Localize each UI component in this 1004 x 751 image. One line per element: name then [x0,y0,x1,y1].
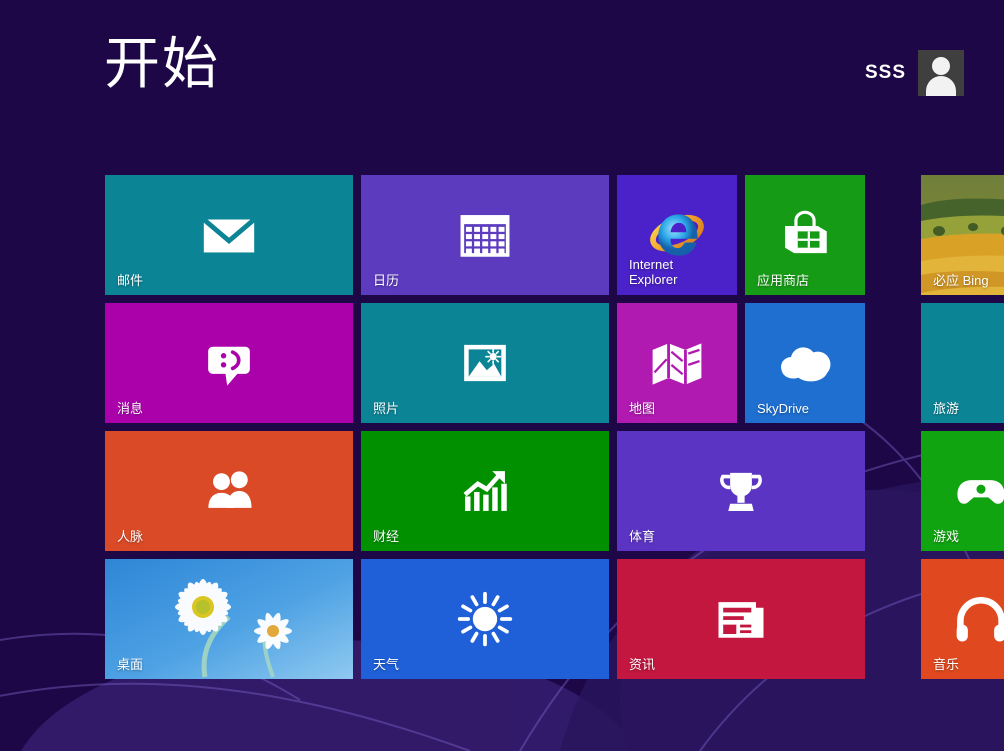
tile-travel[interactable]: 旅游 [921,303,1004,423]
tile-maps[interactable]: 地图 [617,303,737,423]
tile-photos[interactable]: 照片 [361,303,609,423]
tile-label: 应用商店 [757,273,810,288]
tile-messaging[interactable]: 消息 [105,303,353,423]
tile-bing[interactable]: 必应 Bing [921,175,1004,295]
tile-games[interactable]: 游戏 [921,431,1004,551]
tile-label: 天气 [373,657,400,672]
tile-ie[interactable]: Internet Explorer [617,175,737,295]
tile-sports[interactable]: 体育 [617,431,865,551]
tile-label: 邮件 [117,273,144,288]
tile-skydrive[interactable]: SkyDrive [745,303,865,423]
tile-mail[interactable]: 邮件 [105,175,353,295]
tile-label: 地图 [629,401,656,416]
tile-news[interactable]: 资讯 [617,559,865,679]
tile-label: 财经 [373,529,400,544]
tile-label: 人脉 [117,529,144,544]
tile-label: 桌面 [117,657,144,672]
tile-label: 旅游 [933,401,960,416]
tile-label: 消息 [117,401,144,416]
tile-label: 照片 [373,401,400,416]
tile-label: 日历 [373,273,400,288]
tile-store[interactable]: 应用商店 [745,175,865,295]
tile-label: 必应 Bing [933,273,989,288]
tile-grid: 邮件 日历 Internet Explorer 应用商店 必应 Bing 消息 照片 地图 Sky… [0,0,1004,751]
tile-label: Internet Explorer [629,257,678,287]
tile-label: 体育 [629,529,656,544]
tile-finance[interactable]: 财经 [361,431,609,551]
tile-weather[interactable]: 天气 [361,559,609,679]
tile-people[interactable]: 人脉 [105,431,353,551]
start-screen: 开始 SSS 邮件 日历 Internet Explorer 应用商店 必应 Bing 消息… [0,0,1004,751]
tile-music[interactable]: 音乐 [921,559,1004,679]
tile-label: 资讯 [629,657,656,672]
tile-label: 音乐 [933,657,960,672]
tile-calendar[interactable]: 日历 [361,175,609,295]
tile-label: SkyDrive [757,401,810,416]
tile-label: 游戏 [933,529,960,544]
tile-desktop[interactable]: 桌面 [105,559,353,679]
